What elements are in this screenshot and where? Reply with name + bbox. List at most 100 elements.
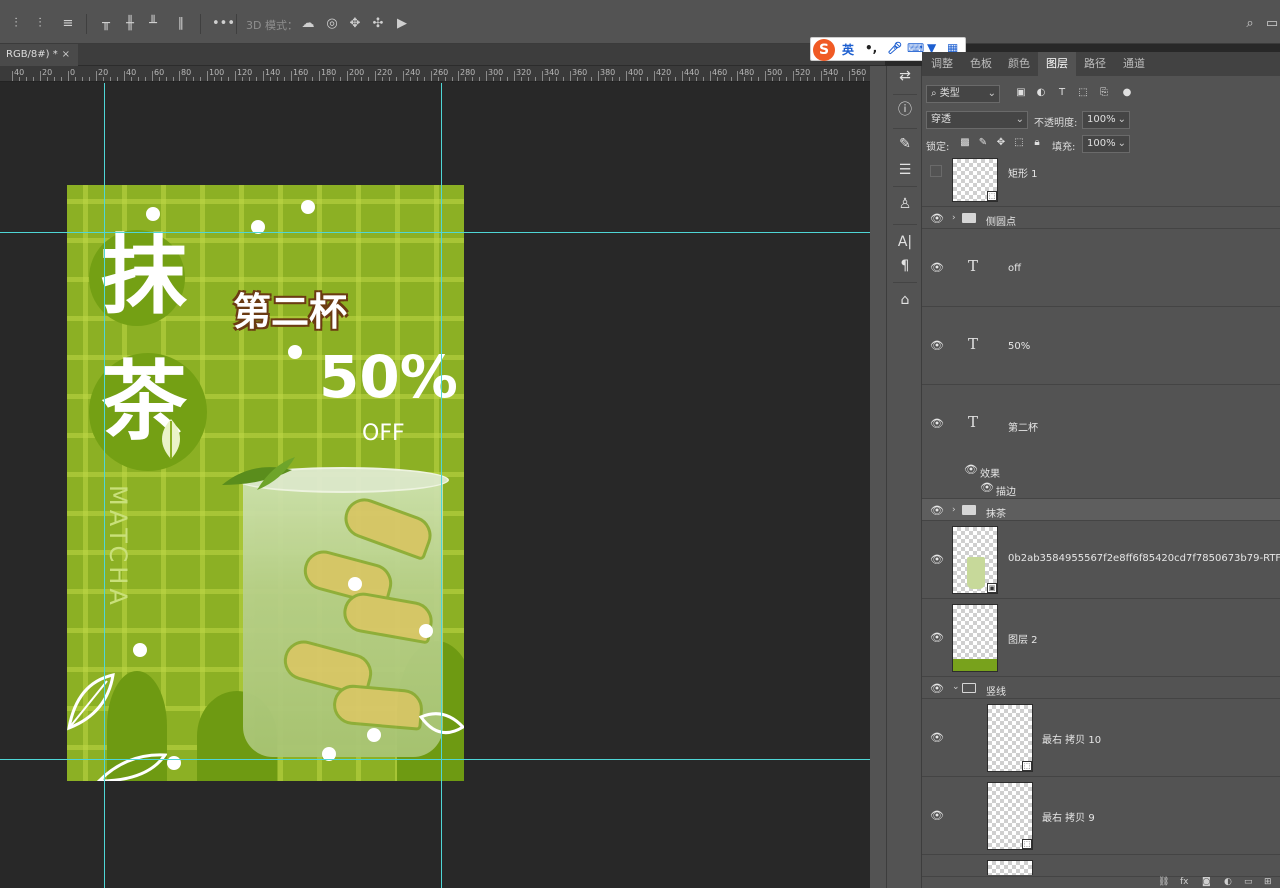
layer-row[interactable]: 👁︎ 图层 2 (922, 599, 1280, 677)
effects-label[interactable]: 效果 (980, 465, 1000, 480)
horizontal-ruler[interactable]: 40 20 0 20 40 60 80 100 120 140 160 180 200 220 240 260… (0, 66, 870, 82)
layer-group-row[interactable]: 👁︎ › 抹茶 (922, 499, 1280, 521)
eye-icon[interactable]: 👁︎ (930, 504, 944, 517)
chevron-down-icon[interactable]: ⌄ (952, 682, 960, 692)
artboard[interactable]: 抹 茶 第二杯 50% OFF MATCHA (67, 185, 464, 781)
layer-row[interactable]: 👁︎ ▣ 0b2ab3584955567f2e8ff6f85420cd7f785… (922, 521, 1280, 599)
guide-horizontal[interactable] (0, 759, 870, 760)
filter-toggle-icon[interactable]: ● (1120, 86, 1134, 100)
lock-transparent-icon[interactable]: ▩ (958, 136, 972, 150)
guide-horizontal[interactable] (0, 232, 870, 233)
eye-icon[interactable]: 👁︎ (930, 417, 944, 430)
layer-group-row[interactable]: 👁︎ › 侧圆点 (922, 207, 1280, 229)
layer-row[interactable]: 👁︎ ⬚ 最右 拷贝 9 (922, 777, 1280, 855)
align-middle-icon[interactable]: ╫ (122, 16, 138, 32)
layer-group-row[interactable]: 👁︎ ⌄ 竖线 (922, 677, 1280, 699)
lock-all-icon[interactable]: 🔒︎ (1030, 136, 1044, 150)
3d-rotate-icon[interactable]: ☁ (300, 16, 316, 32)
lock-position-icon[interactable]: ✥ (994, 136, 1008, 150)
paragraph-icon[interactable]: ¶ (895, 256, 915, 276)
eye-icon[interactable]: 👁︎ (964, 463, 978, 476)
chevron-right-icon[interactable]: › (952, 505, 956, 515)
layer-name[interactable]: 抹茶 (986, 505, 1006, 520)
fill-input[interactable]: 100% ⌄ (1082, 135, 1130, 153)
tab-paths[interactable]: 路径 (1076, 52, 1114, 76)
align-left-icon[interactable]: ⫶ (8, 16, 24, 32)
blend-mode-dropdown[interactable]: 穿透 ⌄ (926, 111, 1028, 129)
tab-layers[interactable]: 图层 (1038, 52, 1076, 76)
more-options-icon[interactable]: ••• (212, 16, 235, 32)
lock-image-icon[interactable]: ✎ (976, 136, 990, 150)
align-top-icon[interactable]: ╥ (98, 16, 114, 32)
guide-vertical[interactable] (441, 83, 442, 888)
tab-channels[interactable]: 通道 (1114, 52, 1154, 76)
eye-icon[interactable]: 👁︎ (930, 261, 944, 274)
document-tab[interactable]: RGB/8#) * × (0, 44, 78, 66)
layers-list[interactable]: ⬚ 矩形 1 👁︎ › 侧圆点 👁︎ T off 👁︎ T 50% 👁︎ T 第… (922, 155, 1280, 875)
punctuation-icon[interactable]: •, (865, 41, 877, 55)
eye-icon[interactable]: 👁︎ (930, 212, 944, 225)
filter-shape-icon[interactable]: ⬚ (1076, 86, 1090, 100)
link-layers-icon[interactable]: ⛓ (1158, 877, 1169, 887)
align-bottom-icon[interactable]: ╨ (145, 16, 161, 32)
adjustment-layer-icon[interactable]: ◐ (1224, 877, 1232, 887)
3d-pan-icon[interactable]: ✥ (347, 16, 363, 32)
ime-language[interactable]: 英 (842, 41, 854, 58)
layer-name[interactable]: 图层 2 (1008, 631, 1038, 646)
layer-name[interactable]: 侧圆点 (986, 213, 1016, 228)
workspace-icon[interactable]: ▭ (1264, 16, 1280, 32)
distribute-icon[interactable]: ≡ (60, 16, 76, 32)
layer-name[interactable]: 竖线 (986, 683, 1006, 698)
filter-pixel-icon[interactable]: ▣ (1014, 86, 1028, 100)
filter-type-icon[interactable]: T (1055, 86, 1069, 100)
layer-filter-dropdown[interactable]: ⌕ 类型 ⌄ (926, 85, 1000, 103)
history-icon[interactable]: ⇄ (895, 66, 915, 86)
clone-source-icon[interactable]: ♙ (895, 194, 915, 214)
brush-settings-icon[interactable]: ☰ (895, 160, 915, 180)
lock-artboard-icon[interactable]: ⬚ (1012, 136, 1026, 150)
new-layer-icon[interactable]: ⊞ (1264, 877, 1272, 887)
eye-icon[interactable]: 👁︎ (980, 481, 994, 494)
brush-icon[interactable]: ✎ (895, 134, 915, 154)
tab-swatches[interactable]: 色板 (962, 52, 1000, 76)
eye-icon[interactable]: 👁︎ (930, 682, 944, 695)
layer-name[interactable]: 最右 拷贝 9 (1042, 809, 1095, 824)
eye-icon[interactable]: 👁︎ (930, 731, 944, 744)
guide-vertical[interactable] (104, 83, 105, 888)
eye-icon[interactable]: 👁︎ (930, 553, 944, 566)
layer-name[interactable]: off (1008, 263, 1021, 274)
info-icon[interactable]: ⓘ (895, 100, 915, 120)
distribute-vertical-icon[interactable]: ∥ (173, 16, 189, 32)
canvas-area[interactable]: 抹 茶 第二杯 50% OFF MATCHA (0, 83, 870, 888)
align-center-icon[interactable]: ⫶ (32, 16, 48, 32)
layer-name[interactable]: 第二杯 (1008, 419, 1038, 434)
layer-row[interactable]: 👁︎ T 50% (922, 307, 1280, 385)
filter-smart-icon[interactable]: ⎘ (1097, 86, 1111, 100)
3d-scale-icon[interactable]: ▶ (394, 16, 410, 32)
eye-icon[interactable]: 👁︎ (930, 809, 944, 822)
fx-icon[interactable]: fx (1180, 877, 1189, 887)
mic-icon[interactable]: 🎤︎ (887, 41, 902, 55)
filter-adjustment-icon[interactable]: ◐ (1034, 86, 1048, 100)
effect-stroke-label[interactable]: 描边 (996, 483, 1016, 498)
layer-row[interactable]: 👁︎ T 第二杯 👁︎ 效果 👁︎ 描边 (922, 385, 1280, 499)
layer-name[interactable]: 50% (1008, 341, 1030, 352)
tab-adjustments[interactable]: 调整 (922, 52, 962, 76)
close-tab-icon[interactable]: × (62, 44, 70, 66)
character-icon[interactable]: A| (895, 232, 915, 252)
layer-name[interactable]: 矩形 1 (1008, 165, 1038, 180)
layer-name[interactable]: 最右 拷贝 10 (1042, 731, 1101, 746)
visibility-toggle[interactable] (930, 165, 942, 177)
mask-icon[interactable]: ◙ (1202, 877, 1211, 887)
3d-icon[interactable]: ⌂ (895, 290, 915, 310)
layer-row[interactable]: 👁︎ T off (922, 229, 1280, 307)
search-icon[interactable]: ⌕ (1242, 16, 1258, 32)
layer-name[interactable]: 0b2ab3584955567f2e8ff6f85420cd7f7850673b… (1008, 553, 1280, 564)
new-group-icon[interactable]: ▭ (1244, 877, 1253, 887)
chevron-right-icon[interactable]: › (952, 213, 956, 223)
3d-roll-icon[interactable]: ◎ (324, 16, 340, 32)
eye-icon[interactable]: 👁︎ (930, 339, 944, 352)
layer-row[interactable]: ⬚ 矩形 1 (922, 155, 1280, 207)
opacity-input[interactable]: 100% ⌄ (1082, 111, 1130, 129)
layer-row[interactable] (922, 855, 1280, 875)
